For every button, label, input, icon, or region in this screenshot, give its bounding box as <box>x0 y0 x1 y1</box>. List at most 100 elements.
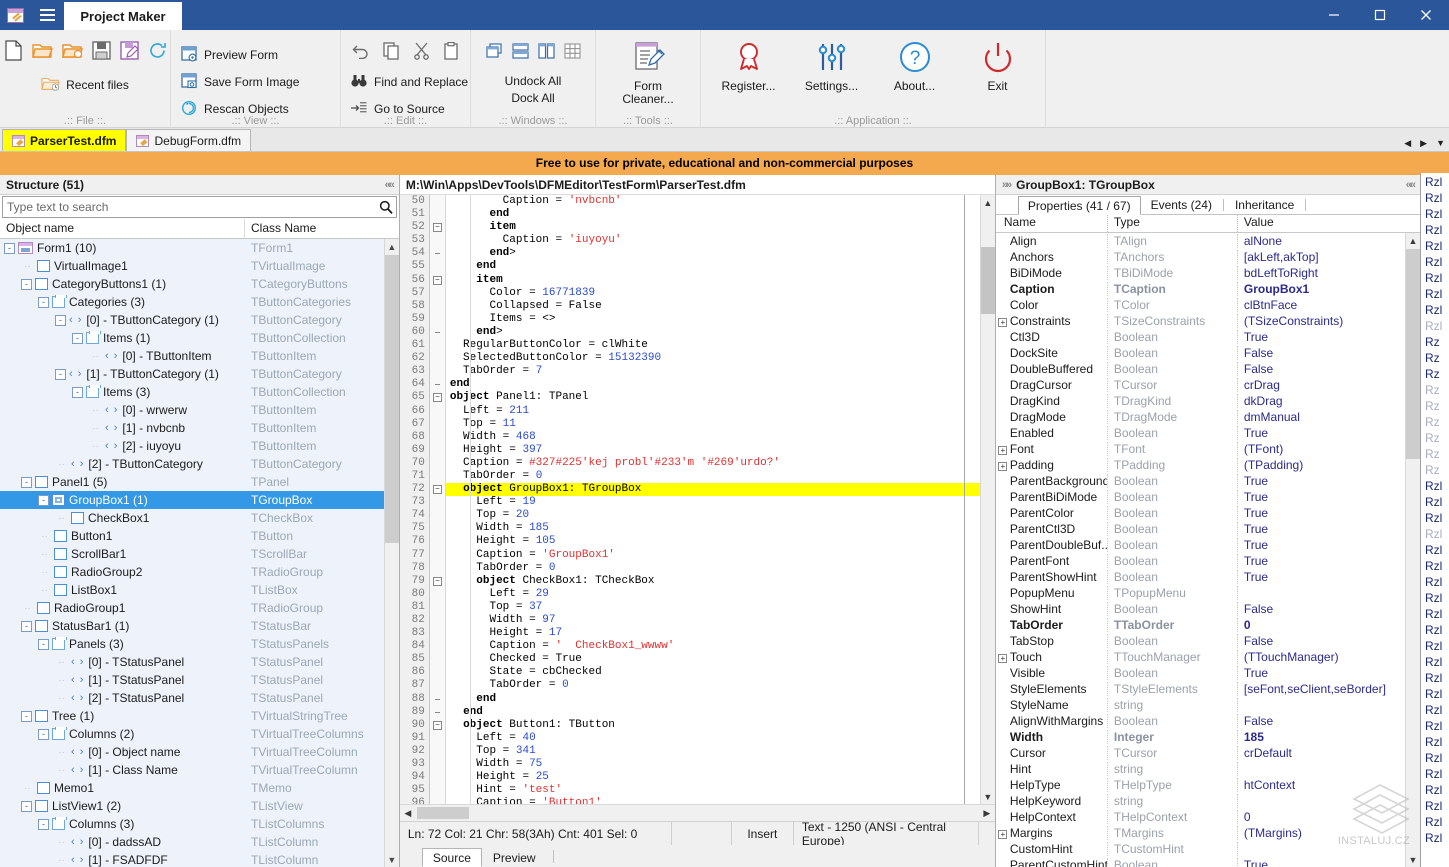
clipped-list-item[interactable]: Rz <box>1421 382 1449 398</box>
tree-row[interactable]: -Form1 (10)TForm1 <box>0 239 399 257</box>
fold-cell[interactable] <box>430 287 445 300</box>
property-value[interactable]: True <box>1238 554 1420 568</box>
fold-cell[interactable] <box>430 679 445 692</box>
clipped-list-item[interactable]: Rzl <box>1421 606 1449 622</box>
clipped-list-item[interactable]: Rzl <box>1421 718 1449 734</box>
clipped-list-item[interactable]: Rzl <box>1421 638 1449 654</box>
clipped-side-panel[interactable]: RzlRzlRzlRzlRzlRzlRzlRzlRzlRzlRzRzRzRzRz… <box>1420 173 1449 867</box>
clipped-list-item[interactable]: Rzl <box>1421 254 1449 270</box>
tree-row[interactable]: ··‹ ›[0] - TButtonItemTButtonItem <box>0 347 399 365</box>
tree-expander-icon[interactable]: - <box>21 801 32 812</box>
code-line[interactable]: end <box>446 378 980 391</box>
clipped-list-item[interactable]: Rz <box>1421 350 1449 366</box>
property-row[interactable]: HelpTypeTHelpTypehtContext <box>996 777 1420 793</box>
fold-cell[interactable]: − <box>430 221 445 234</box>
tree-row[interactable]: ··‹ ›[1] - FSADFDFTListColumn <box>0 851 399 867</box>
tile-vertical-icon[interactable] <box>538 43 555 62</box>
fold-cell[interactable] <box>430 588 445 601</box>
property-value[interactable]: [seFont,seClient,seBorder] <box>1238 682 1420 696</box>
property-row[interactable]: CursorTCursorcrDefault <box>996 745 1420 761</box>
property-value[interactable]: (TPadding) <box>1238 458 1420 472</box>
fold-cell[interactable] <box>430 535 445 548</box>
tab-inheritance[interactable]: Inheritance <box>1225 195 1304 214</box>
code-area[interactable]: 5051525354555657585960616263646566676869… <box>400 195 980 804</box>
fold-cell[interactable] <box>430 431 445 444</box>
code-line[interactable]: State = cbChecked <box>446 666 980 679</box>
clipped-list-item[interactable]: Rzl <box>1421 590 1449 606</box>
collapse-panel-icon[interactable]: «« <box>1406 179 1414 191</box>
tree-row[interactable]: ··‹ ›[2] - TStatusPanelTStatusPanel <box>0 689 399 707</box>
tree-row[interactable]: -‹ ›[1] - TButtonCategory (1)TButtonCate… <box>0 365 399 383</box>
property-expander-icon[interactable]: + <box>996 442 1010 456</box>
cut-icon[interactable] <box>413 42 430 63</box>
tree-row[interactable]: ··‹ ›[0] - wrwerwTButtonItem <box>0 401 399 419</box>
property-expander-icon[interactable]: + <box>996 650 1010 664</box>
fold-cell[interactable] <box>430 405 445 418</box>
tab-properties[interactable]: Properties (41 / 67) <box>1018 196 1141 215</box>
exit-button[interactable]: Exit <box>960 34 1036 128</box>
property-row[interactable]: Hintstring <box>996 761 1420 777</box>
property-value[interactable]: (TMargins) <box>1238 826 1420 840</box>
code-line[interactable]: Hint = 'test' <box>446 784 980 797</box>
fold-cell[interactable] <box>430 640 445 653</box>
fold-cell[interactable] <box>430 418 445 431</box>
code-line[interactable]: object CheckBox1: TCheckBox <box>446 575 980 588</box>
clipped-list-item[interactable]: Rzl <box>1421 238 1449 254</box>
register-button[interactable]: Register... <box>711 34 787 128</box>
clipped-list-item[interactable]: Rz <box>1421 446 1449 462</box>
code-line[interactable]: Caption = 'nvbcnb' <box>446 195 980 208</box>
code-line[interactable]: TabOrder = 0 <box>446 562 980 575</box>
fold-collapse-icon[interactable]: − <box>433 577 442 586</box>
tree-expander-icon[interactable]: - <box>38 819 49 830</box>
code-line[interactable]: object Panel1: TPanel <box>446 391 980 404</box>
clipped-list-item[interactable]: Rzl <box>1421 750 1449 766</box>
fold-collapse-icon[interactable]: − <box>433 393 442 402</box>
fold-cell[interactable]: − <box>430 391 445 404</box>
code-line[interactable]: TabOrder = 0 <box>446 679 980 692</box>
open-folder-icon[interactable] <box>32 41 53 63</box>
tree-expander-icon[interactable]: - <box>38 495 49 506</box>
property-row[interactable]: AlignTAlignalNone <box>996 233 1420 249</box>
column-header-class-name[interactable]: Class Name <box>245 219 399 238</box>
code-line[interactable]: end <box>446 706 980 719</box>
tree-row[interactable]: -Panels (3)TStatusPanels <box>0 635 399 653</box>
property-row[interactable]: HelpKeywordstring <box>996 793 1420 809</box>
property-row[interactable]: +PaddingTPadding(TPadding) <box>996 457 1420 473</box>
clipped-list-item[interactable]: Rzl <box>1421 766 1449 782</box>
code-line[interactable]: Width = 185 <box>446 522 980 535</box>
clipped-list-item[interactable]: Rzl <box>1421 558 1449 574</box>
column-header-name[interactable]: Name <box>996 215 1108 232</box>
property-value[interactable]: (TTouchManager) <box>1238 650 1420 664</box>
save-icon[interactable] <box>92 41 111 63</box>
column-header-object-name[interactable]: Object name <box>0 219 245 238</box>
property-list[interactable]: AlignTAlignalNoneAnchorsTAnchors[akLeft,… <box>996 233 1420 867</box>
property-value[interactable]: True <box>1238 506 1420 520</box>
code-line[interactable]: Top = 20 <box>446 509 980 522</box>
property-value[interactable]: clBtnFace <box>1238 298 1420 312</box>
property-expander-icon[interactable]: + <box>996 458 1010 472</box>
code-line[interactable]: Collapsed = False <box>446 300 980 313</box>
code-line[interactable]: Caption = 'Button1' <box>446 797 980 804</box>
code-line[interactable]: Left = 211 <box>446 405 980 418</box>
code-line[interactable]: Width = 468 <box>446 431 980 444</box>
fold-cell[interactable]: − <box>430 575 445 588</box>
tree-expander-icon[interactable]: - <box>72 387 83 398</box>
expand-panel-icon[interactable]: »» <box>1002 179 1010 191</box>
tree-row[interactable]: -Categories (3)TButtonCategories <box>0 293 399 311</box>
code-line[interactable]: Color = 16771839 <box>446 287 980 300</box>
clipped-list-item[interactable]: Rz <box>1421 366 1449 382</box>
fold-cell[interactable] <box>430 234 445 247</box>
tree-row[interactable]: ··‹ ›[0] - TStatusPanelTStatusPanel <box>0 653 399 671</box>
property-row[interactable]: DragKindTDragKinddkDrag <box>996 393 1420 409</box>
column-header-type[interactable]: Type <box>1108 215 1238 232</box>
clipped-list-item[interactable]: Rz <box>1421 430 1449 446</box>
fold-cell[interactable] <box>430 260 445 273</box>
property-row[interactable]: DockSiteBooleanFalse <box>996 345 1420 361</box>
property-value[interactable]: 185 <box>1238 730 1420 744</box>
tab-list-icon[interactable]: ▼ <box>1436 139 1445 148</box>
property-row[interactable]: +MarginsTMargins(TMargins) <box>996 825 1420 841</box>
property-value[interactable]: crDefault <box>1238 746 1420 760</box>
structure-scrollbar[interactable]: ▲ ▼ <box>384 239 399 867</box>
undock-all-button[interactable]: Undock All <box>505 74 562 88</box>
code-line[interactable]: Top = 37 <box>446 601 980 614</box>
